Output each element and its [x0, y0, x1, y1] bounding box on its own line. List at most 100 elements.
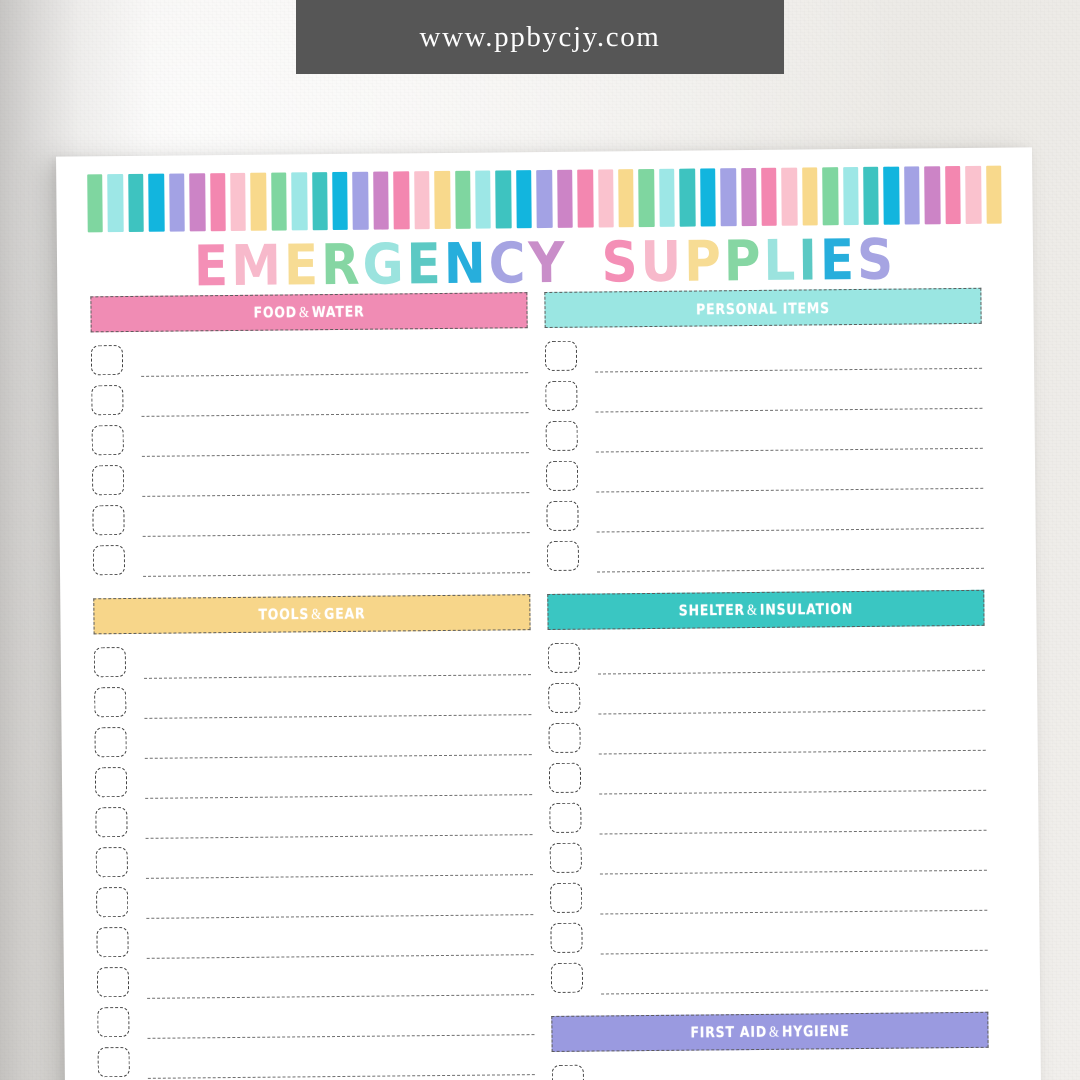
right-column: PERSONAL ITEMS SHELTER & INSULATION FIRST AI…: [544, 287, 989, 1080]
checkbox[interactable]: [96, 967, 130, 998]
checkbox[interactable]: [94, 767, 128, 798]
write-in-line[interactable]: [144, 680, 531, 724]
write-in-line[interactable]: [596, 414, 983, 458]
stripe-segment: [679, 168, 696, 227]
checklist-row: [90, 338, 528, 382]
checkbox[interactable]: [94, 687, 127, 718]
write-in-line[interactable]: [595, 334, 982, 378]
stripe-segment: [863, 166, 880, 225]
stripe-segment: [230, 172, 247, 232]
checkbox[interactable]: [546, 500, 579, 531]
checkbox[interactable]: [92, 545, 126, 576]
checkbox[interactable]: [95, 847, 128, 878]
stripe-segment: [393, 171, 410, 230]
checkbox[interactable]: [94, 727, 127, 758]
checklist-row: [545, 454, 983, 498]
stripe-segment: [822, 167, 839, 226]
checkbox[interactable]: [96, 887, 129, 918]
checkbox[interactable]: [91, 385, 124, 416]
checkbox[interactable]: [550, 962, 584, 993]
write-in-line[interactable]: [142, 418, 529, 462]
stripe-segment: [291, 172, 308, 231]
write-in-line[interactable]: [600, 876, 987, 920]
title-letter: S: [856, 227, 897, 293]
write-in-line[interactable]: [596, 494, 983, 538]
write-in-line[interactable]: [144, 720, 531, 764]
checkbox[interactable]: [548, 722, 581, 753]
write-in-line[interactable]: [598, 636, 985, 680]
checkbox[interactable]: [545, 380, 578, 411]
write-in-line[interactable]: [600, 836, 987, 880]
write-in-line[interactable]: [142, 498, 529, 542]
write-in-line[interactable]: [145, 760, 532, 804]
checkbox[interactable]: [93, 647, 127, 678]
write-in-line[interactable]: [146, 880, 533, 924]
write-in-line[interactable]: [142, 458, 529, 502]
write-in-line[interactable]: [146, 920, 533, 964]
checkbox[interactable]: [97, 1007, 130, 1038]
checkbox[interactable]: [549, 842, 582, 873]
write-in-line[interactable]: [596, 454, 983, 498]
write-in-line[interactable]: [147, 960, 534, 1004]
write-in-line[interactable]: [148, 1040, 535, 1080]
write-in-line[interactable]: [598, 676, 985, 720]
stripe-segment: [87, 174, 104, 233]
checkbox[interactable]: [548, 762, 582, 793]
watermark-url-banner: www.ppbycjy.com: [296, 0, 784, 74]
write-in-line[interactable]: [144, 640, 531, 684]
title-letter: N: [443, 231, 489, 297]
watermark-url-text: www.ppbycjy.com: [419, 20, 661, 53]
title-letter: E: [283, 232, 322, 298]
stripe-segment: [128, 173, 145, 232]
checklist-row: [548, 756, 986, 800]
title-letter: P: [723, 228, 764, 294]
write-in-line[interactable]: [141, 378, 528, 422]
checkbox[interactable]: [550, 882, 583, 913]
checkbox[interactable]: [90, 345, 124, 376]
checkbox[interactable]: [92, 505, 125, 536]
checkbox[interactable]: [549, 802, 582, 833]
checklist-row: [96, 920, 533, 964]
write-in-line[interactable]: [601, 956, 988, 1000]
checklist-row: [95, 800, 532, 844]
checklist-rows: [547, 626, 989, 1000]
category-header-bar: FOOD & WATER: [90, 292, 528, 333]
checkbox[interactable]: [544, 340, 578, 371]
checkbox[interactable]: [91, 425, 124, 456]
category-header-label: FOOD & WATER: [253, 302, 365, 322]
checkbox[interactable]: [96, 927, 129, 958]
checkbox[interactable]: [546, 540, 580, 571]
checklist-row: [546, 534, 984, 578]
checklist-rows: [90, 328, 530, 582]
checklist-row: [94, 720, 531, 764]
write-in-line[interactable]: [145, 800, 532, 844]
write-in-line[interactable]: [600, 916, 987, 960]
stripe-segment: [883, 166, 900, 225]
write-in-line[interactable]: [143, 538, 530, 582]
checkbox[interactable]: [97, 1047, 130, 1078]
write-in-line[interactable]: [602, 1058, 989, 1080]
write-in-line[interactable]: [597, 534, 984, 578]
checklist-row: [97, 1000, 534, 1044]
checkbox[interactable]: [91, 465, 125, 496]
checkbox[interactable]: [548, 682, 581, 713]
checklist-row: [94, 760, 532, 804]
write-in-line[interactable]: [141, 338, 528, 382]
page-title: EMERGENCY SUPPLIES: [57, 227, 1034, 299]
write-in-line[interactable]: [599, 796, 986, 840]
checkbox[interactable]: [550, 922, 583, 953]
checklist-row: [93, 640, 531, 684]
checkbox[interactable]: [545, 460, 579, 491]
write-in-line[interactable]: [599, 756, 986, 800]
write-in-line[interactable]: [595, 374, 982, 418]
checkbox[interactable]: [95, 807, 128, 838]
write-in-line[interactable]: [146, 840, 533, 884]
stripe-segment: [250, 172, 267, 231]
checklist-row: [545, 414, 983, 458]
write-in-line[interactable]: [598, 716, 985, 760]
checkbox[interactable]: [547, 642, 580, 673]
write-in-line[interactable]: [147, 1000, 534, 1044]
checklist-row: [551, 1058, 989, 1080]
checkbox[interactable]: [551, 1064, 585, 1080]
checkbox[interactable]: [545, 420, 578, 451]
